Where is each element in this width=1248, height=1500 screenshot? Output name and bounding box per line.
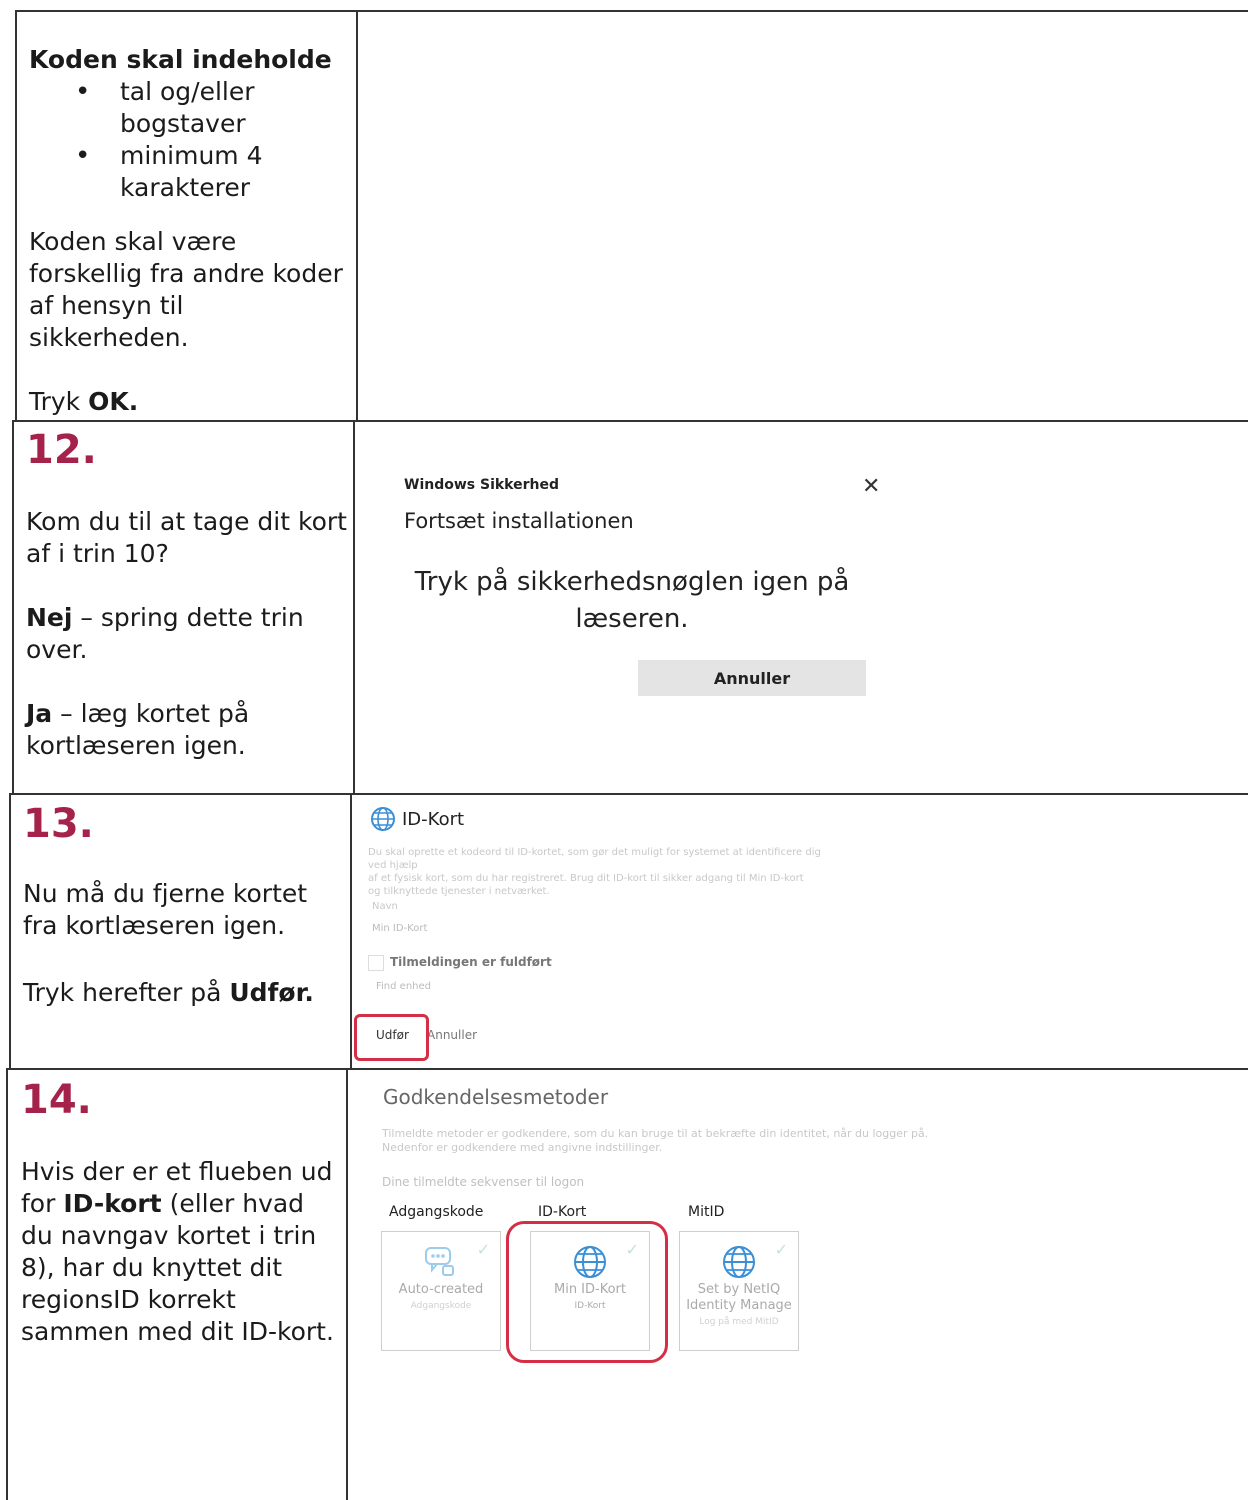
no-label: Nej	[26, 603, 73, 632]
row11-heading: Koden skal indeholde	[29, 45, 332, 74]
row14-paragraph: Hvis der er et flueben ud for ID-kort (e…	[21, 1156, 343, 1348]
desc-line: Nedenfor er godkendere med angivne indst…	[382, 1141, 663, 1154]
auth-methods-title: Godkendelsesmetoder	[383, 1085, 609, 1109]
row12-instructions: 12. Kom du til at tage dit kort af i tri…	[26, 428, 348, 762]
row13-text2: Tryk herefter på Udfør.	[23, 977, 347, 1009]
step-number: 14.	[21, 1077, 92, 1123]
id-kort-header: ID-Kort	[370, 806, 464, 832]
method-card-mitid[interactable]: ✓ Set by NetIQ Identity Manage Log på me…	[679, 1231, 799, 1351]
row11-tryk: Tryk OK.	[29, 386, 349, 418]
table-left-border	[15, 10, 17, 421]
row11-paragraph: Koden skal være forskellig fra andre kod…	[29, 227, 343, 352]
bullet-item: minimum 4 karakterer	[29, 140, 349, 204]
dialog-message: Tryk på sikkerhedsnøglen igen på læseren…	[414, 567, 850, 634]
row12-no: Nej – spring dette trin over.	[26, 602, 348, 666]
field-label: Navn	[372, 901, 398, 912]
enrolled-sequences-label: Dine tilmeldte sekvenser til logon	[382, 1175, 585, 1189]
done-checkbox	[368, 955, 384, 971]
tryk-text: Tryk	[29, 387, 89, 416]
table-left-border	[12, 420, 14, 795]
yes-text: – læg kortet på kortlæseren igen.	[26, 699, 250, 760]
desc-line: og tilknyttede tjenester i netværket.	[368, 886, 550, 897]
row12-yes: Ja – læg kortet på kortlæseren igen.	[26, 698, 348, 762]
table-left-border	[6, 1068, 8, 1500]
card-title: Auto-created	[398, 1282, 484, 1297]
card-label-id-kort: ID-Kort	[538, 1204, 587, 1220]
method-card-adgangskode[interactable]: ✓ Auto-created Adgangskode	[381, 1231, 501, 1351]
desc-line: Tilmeldte metoder er godkendere, som du …	[382, 1127, 929, 1140]
column-divider	[356, 10, 358, 421]
enrollment-done-label: Tilmeldingen er fuldført	[390, 955, 552, 969]
desc-line: af et fysisk kort, som du har registrere…	[368, 873, 804, 884]
table-left-border	[9, 793, 11, 1070]
row12-question: Kom du til at tage dit kort af i trin 10…	[26, 507, 347, 568]
column-divider	[353, 420, 355, 795]
finish-highlight	[354, 1014, 429, 1061]
row11-instructions: Koden skal indeholde tal og/eller bogsta…	[29, 44, 349, 418]
cancel-button[interactable]: Annuller	[638, 660, 866, 696]
row13-instructions: 13. Nu må du fjerne kortet fra kortlæser…	[23, 802, 347, 1009]
chat-key-icon	[425, 1247, 454, 1276]
table-top-border	[17, 10, 1248, 12]
card-label-mitid: MitID	[688, 1204, 725, 1220]
card-label-adgangskode: Adgangskode	[389, 1204, 484, 1220]
id-kort-bold: ID-kort	[63, 1189, 162, 1218]
field-value: Min ID-Kort	[372, 923, 428, 934]
dialog-heading: Fortsæt installationen	[404, 509, 634, 533]
row13-text1: Nu må du fjerne kortet fra kortlæseren i…	[23, 879, 308, 940]
id-kort-title: ID-Kort	[402, 808, 465, 830]
check-icon: ✓	[774, 1240, 788, 1259]
auth-methods-description: Tilmeldte metoder er godkendere, som du …	[382, 1127, 982, 1155]
step-number: 12.	[26, 427, 97, 473]
card-subtitle: Log på med MitID	[699, 1317, 779, 1327]
dialog-app-title: Windows Sikkerhed	[404, 477, 559, 493]
windows-security-dialog: Windows Sikkerhed ✕ Fortsæt installation…	[372, 458, 912, 728]
globe-icon	[371, 807, 395, 831]
row-divider-14	[8, 1068, 1248, 1070]
id-kort-highlight	[506, 1221, 668, 1363]
desc-line: Du skal oprette et kodeord til ID-kortet…	[368, 847, 821, 871]
globe-icon	[723, 1246, 755, 1278]
id-kort-description: Du skal oprette et kodeord til ID-kortet…	[368, 846, 838, 898]
row-divider-13	[10, 793, 1248, 795]
row14-instructions: 14. Hvis der er et flueben ud for ID-kor…	[21, 1078, 343, 1348]
check-icon: ✓	[476, 1240, 490, 1259]
close-icon[interactable]: ✕	[862, 474, 880, 499]
text2-prefix: Tryk herefter på	[23, 978, 230, 1007]
tryk-ok: OK.	[88, 387, 139, 416]
udfor-label: Udfør.	[229, 978, 314, 1007]
bullet-item: tal og/eller bogstaver	[29, 76, 349, 140]
card-subtitle: Adgangskode	[410, 1301, 472, 1311]
card-title: Set by NetIQ Identity Manage	[686, 1282, 792, 1313]
row-divider-12	[13, 420, 1248, 422]
row11-bullet-list: tal og/eller bogstaver minimum 4 karakte…	[29, 76, 349, 204]
column-divider	[346, 1068, 348, 1500]
step-number: 13.	[23, 801, 94, 847]
column-divider	[350, 793, 352, 1070]
cancel-link[interactable]: Annuller	[427, 1028, 477, 1042]
yes-label: Ja	[26, 699, 53, 728]
find-device-label: Find enhed	[376, 981, 431, 992]
